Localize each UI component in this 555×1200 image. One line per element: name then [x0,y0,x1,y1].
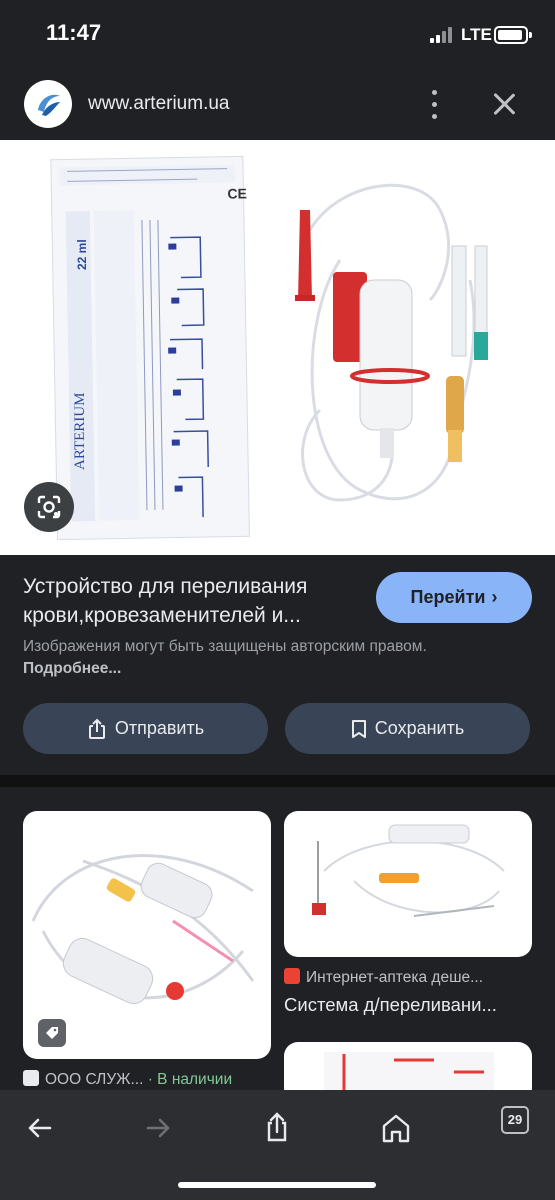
network-label: LTE [461,25,492,44]
package-brand: ARTERIUM [72,393,88,470]
chevron-right-icon: › [491,587,498,607]
viewer-header: www.arterium.ua [0,70,555,140]
learn-more-link[interactable]: Подробнее... [23,660,121,677]
visit-button[interactable]: Перейти › [376,572,532,623]
share-page-icon[interactable] [257,1108,297,1148]
main-product-image[interactable]: CE ARTERIUM 22 ml [0,140,555,555]
source-favicon-icon [23,1070,39,1086]
site-favicon [24,80,72,128]
lens-icon [37,495,61,519]
related-title-2[interactable]: Система д/переливани... [284,994,534,1016]
home-icon[interactable] [376,1108,416,1148]
copyright-notice: Изображения могут быть защищены авторски… [23,636,523,680]
home-indicator [178,1182,376,1188]
more-options-icon[interactable] [424,88,446,122]
bookmark-icon [351,719,366,738]
share-button-label: Отправить [114,718,205,738]
save-button[interactable]: Сохранить [285,703,530,754]
related-source-1[interactable]: ООО СЛУЖ... · В наличии [23,1070,273,1089]
copyright-text: Изображения могут быть защищены авторски… [23,638,427,655]
visit-button-label: Перейти [410,587,486,607]
back-icon[interactable] [20,1108,60,1148]
related-source-1-name: ООО СЛУЖ... [45,1071,144,1088]
related-source-2[interactable]: Интернет-аптека деше... [284,968,534,987]
tabs-button[interactable]: 29 [501,1106,529,1134]
save-button-label: Сохранить [374,718,465,738]
status-time: 11:47 [46,20,102,45]
related-image-1[interactable] [23,811,271,1059]
related-source-2-name: Интернет-аптека деше... [306,969,484,986]
related-image-2[interactable] [284,811,532,957]
status-bar: 11:47 LTE [0,0,555,70]
availability-badge: · В наличии [147,1071,233,1088]
package-volume: 22 ml [75,239,89,270]
section-divider [0,775,555,787]
battery-icon [494,26,532,44]
pharmacy-favicon-icon [284,968,300,984]
share-button[interactable]: Отправить [23,703,268,754]
google-lens-button[interactable] [24,482,74,532]
forward-icon[interactable] [138,1108,178,1148]
site-url[interactable]: www.arterium.ua [88,93,230,115]
infusion-set-illustration: CE ARTERIUM 22 ml [50,155,488,541]
svg-text:CE: CE [227,185,247,201]
result-title[interactable]: Устройство для переливания крови,кровеза… [23,572,363,630]
product-tag-icon [38,1019,66,1047]
close-icon[interactable] [488,88,520,120]
signal-icon [430,27,454,43]
share-icon [88,718,105,739]
